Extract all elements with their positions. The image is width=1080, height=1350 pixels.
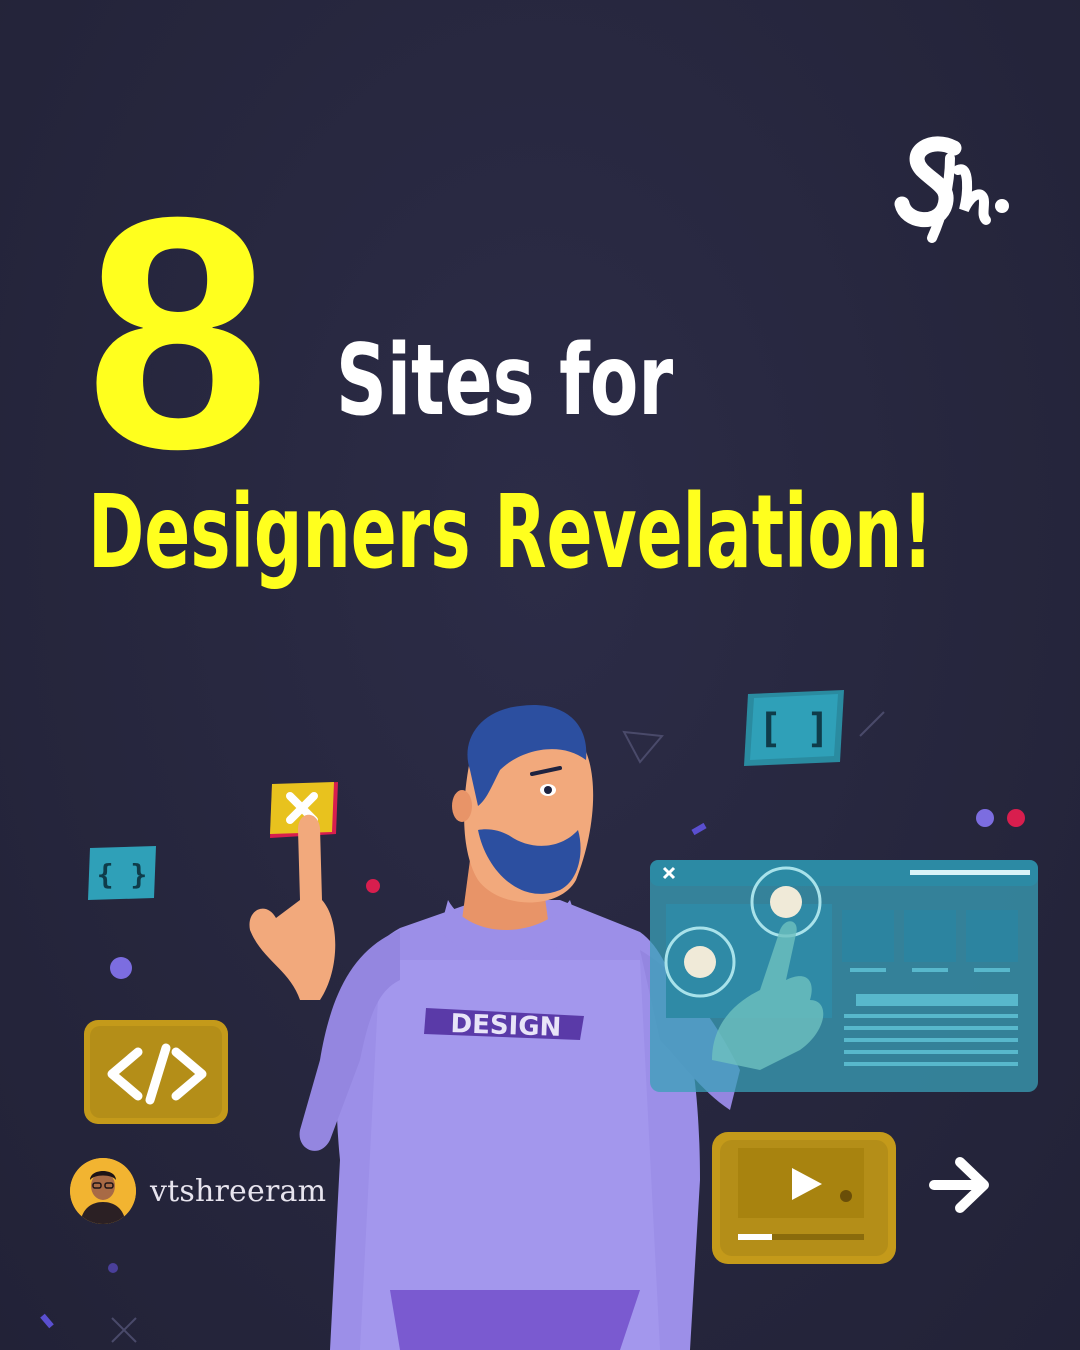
headline-line-2: Designers Revelation! <box>88 473 934 592</box>
big-number: 8 <box>86 148 270 517</box>
next-arrow-icon[interactable] <box>926 1152 996 1218</box>
author-handle[interactable]: vtshreeram <box>70 1158 326 1224</box>
brackets-icon: [ ] <box>744 690 844 766</box>
author-handle-text: vtshreeram <box>150 1173 327 1209</box>
curly-braces-icon: { } <box>88 846 156 900</box>
code-icon <box>84 1020 228 1124</box>
avatar <box>70 1158 136 1224</box>
headline-line-1: Sites for <box>336 324 674 438</box>
video-player-icon <box>712 1132 896 1264</box>
carousel-slide: 8 Sites for Designers Revelation! [ ] { … <box>0 0 1080 1350</box>
svg-text:[ ]: [ ] <box>758 706 830 752</box>
svg-text:{ }: { } <box>97 858 148 891</box>
browser-hologram <box>650 860 1038 1092</box>
designer-illustration: [ ] { } DESIGN <box>40 690 1038 1350</box>
sweater-text: DESIGN <box>450 1009 562 1043</box>
brand-logo-icon <box>894 136 1009 243</box>
